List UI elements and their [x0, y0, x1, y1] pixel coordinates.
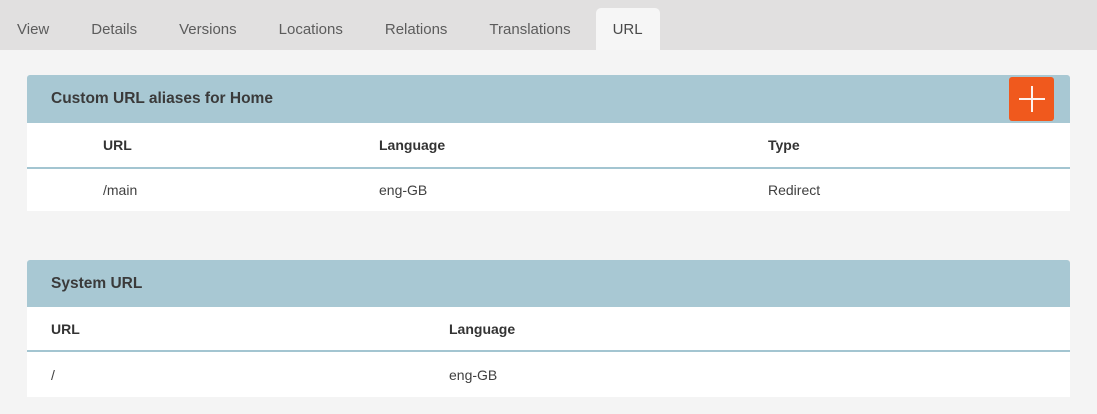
- table-row[interactable]: /main eng-GB Redirect: [27, 168, 1070, 211]
- url-column-header: URL: [27, 307, 425, 351]
- type-cell: Redirect: [744, 168, 1070, 211]
- language-cell: eng-GB: [355, 168, 744, 211]
- url-cell: /main: [79, 168, 355, 211]
- type-column-header: Type: [744, 123, 1070, 168]
- content-tab-bar: View Details Versions Locations Relation…: [0, 0, 1097, 50]
- language-cell: eng-GB: [425, 351, 1070, 397]
- tab-view[interactable]: View: [0, 8, 66, 50]
- system-url-panel: System URL URL Language / eng-GB: [27, 260, 1070, 397]
- tab-locations[interactable]: Locations: [262, 8, 360, 50]
- tab-url[interactable]: URL: [596, 8, 660, 50]
- custom-url-aliases-panel-header: Custom URL aliases for Home: [27, 75, 1070, 123]
- system-url-panel-header: System URL: [27, 260, 1070, 307]
- table-row[interactable]: / eng-GB: [27, 351, 1070, 397]
- system-url-table: URL Language / eng-GB: [27, 307, 1070, 397]
- table-header-row: URL Language Type: [27, 123, 1070, 168]
- url-cell: /: [27, 351, 425, 397]
- tab-content-area: Custom URL aliases for Home URL Language…: [0, 75, 1097, 397]
- language-column-header: Language: [355, 123, 744, 168]
- tab-relations[interactable]: Relations: [368, 8, 465, 50]
- table-header-row: URL Language: [27, 307, 1070, 351]
- panel-title: Custom URL aliases for Home: [51, 90, 273, 108]
- custom-url-aliases-panel: Custom URL aliases for Home URL Language…: [27, 75, 1070, 211]
- tab-translations[interactable]: Translations: [472, 8, 587, 50]
- custom-url-aliases-table: URL Language Type /main eng-GB Redirect: [27, 123, 1070, 211]
- tab-details[interactable]: Details: [74, 8, 154, 50]
- language-column-header: Language: [425, 307, 1070, 351]
- tab-versions[interactable]: Versions: [162, 8, 254, 50]
- checkbox-column-header: [27, 123, 79, 168]
- url-column-header: URL: [79, 123, 355, 168]
- add-url-alias-button[interactable]: [1009, 77, 1054, 121]
- checkbox-cell: [27, 168, 79, 211]
- panel-title: System URL: [51, 275, 142, 293]
